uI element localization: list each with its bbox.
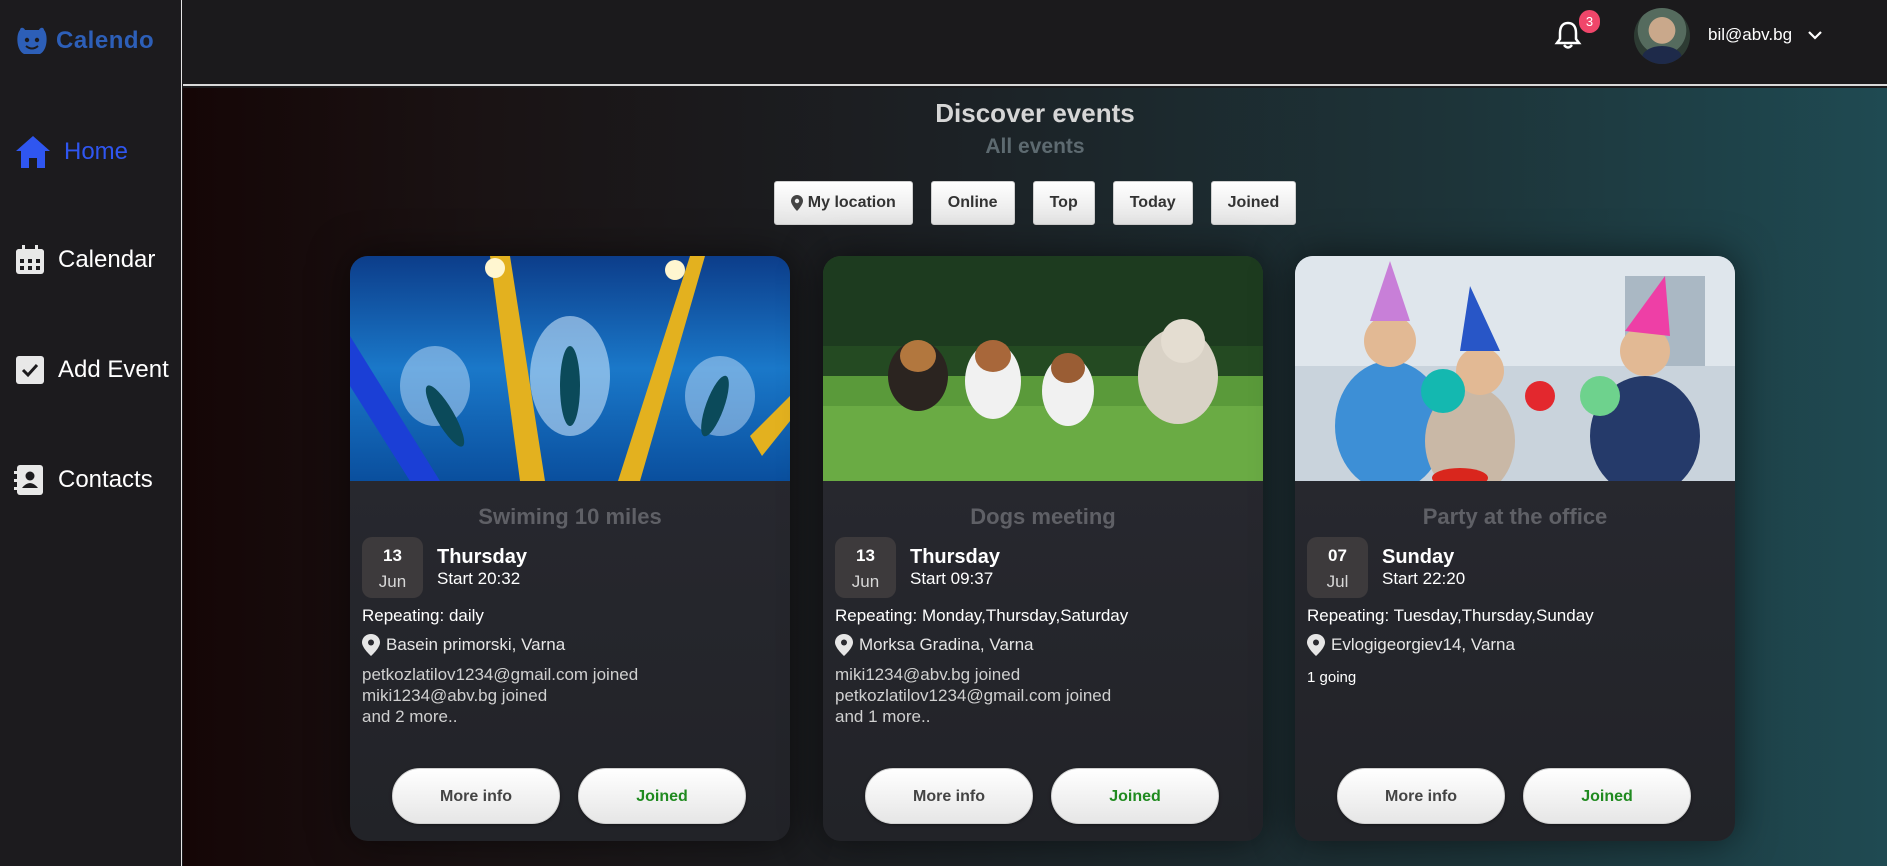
sidebar-item-label: Calendar <box>58 246 156 273</box>
joined-button[interactable]: Joined <box>578 768 746 824</box>
chevron-down-icon[interactable] <box>1806 26 1824 44</box>
filter-label: My location <box>807 194 896 211</box>
contacts-icon <box>14 465 43 495</box>
more-info-button[interactable]: More info <box>1337 768 1505 824</box>
filter-label: Joined <box>1227 194 1280 211</box>
event-repeating: Repeating: Tuesday,Thursday,Sunday <box>1307 606 1594 625</box>
joined-list: petkozlatilov1234@gmail.com joined miki1… <box>362 664 638 727</box>
sidebar-item-label: Add Event <box>58 356 169 383</box>
event-card: Party at the office 07 Jul Sunday Start … <box>1295 256 1735 841</box>
date-badge: 13 Jun <box>835 537 896 598</box>
event-image-dogs <box>823 256 1263 481</box>
location-pin-icon <box>1307 634 1325 656</box>
home-icon <box>16 136 50 168</box>
date-badge: 13 Jun <box>362 537 423 598</box>
event-start-time: Start 09:37 <box>910 569 994 588</box>
filter-label: Online <box>947 194 998 211</box>
event-location: Morksa Gradina, Varna <box>835 634 1033 656</box>
more-info-button[interactable]: More info <box>865 768 1033 824</box>
event-repeating: Repeating: Monday,Thursday,Saturday <box>835 606 1129 625</box>
date-day: 07 <box>1328 546 1347 565</box>
date-month: Jun <box>851 572 880 591</box>
date-month: Jun <box>378 572 407 591</box>
logo-face-icon <box>17 27 47 54</box>
sidebar-item-home[interactable]: Home <box>14 133 128 171</box>
joined-item: petkozlatilov1234@gmail.com joined <box>362 665 639 684</box>
event-image-party <box>1295 256 1735 481</box>
joined-item: miki1234@abv.bg joined <box>835 665 1021 684</box>
sidebar-item-label: Contacts <box>58 466 153 493</box>
event-repeating: Repeating: daily <box>362 606 484 625</box>
notification-badge: 3 <box>1579 10 1600 33</box>
logo[interactable]: Calendo <box>14 26 154 56</box>
filter-label: Top <box>1049 194 1078 211</box>
filter-joined-button[interactable]: Joined <box>1210 181 1297 225</box>
event-title: Dogs meeting <box>970 504 1116 529</box>
event-location: Basein primorski, Varna <box>362 634 565 656</box>
joined-item: petkozlatilov1234@gmail.com joined <box>835 686 1112 705</box>
event-weekday: Thursday <box>437 546 528 568</box>
location-pin-icon <box>790 195 803 211</box>
filter-today-button[interactable]: Today <box>1112 181 1193 225</box>
sidebar: Calendo Home Calendar Add Event Contacts <box>0 0 182 866</box>
calendar-icon <box>16 245 44 274</box>
joined-button[interactable]: Joined <box>1523 768 1691 824</box>
sidebar-item-calendar[interactable]: Calendar <box>14 244 155 276</box>
event-location-text: Basein primorski, Varna <box>386 635 566 654</box>
joined-item: miki1234@abv.bg joined <box>362 686 548 705</box>
event-title: Party at the office <box>1422 504 1608 529</box>
going-count: 1 going <box>1307 669 1357 686</box>
filter-label: Today <box>1129 194 1176 211</box>
event-card: Dogs meeting 13 Jun Thursday Start 09:37… <box>823 256 1263 841</box>
event-title: Swiming 10 miles <box>478 504 662 529</box>
date-badge: 07 Jul <box>1307 537 1368 598</box>
event-weekday: Sunday <box>1382 546 1455 568</box>
joined-button[interactable]: Joined <box>1051 768 1219 824</box>
date-month: Jul <box>1326 572 1349 591</box>
event-location: Evlogigeorgiev14, Varna <box>1307 634 1515 656</box>
location-pin-icon <box>362 634 380 656</box>
event-weekday: Thursday <box>910 546 1001 568</box>
date-day: 13 <box>383 546 402 565</box>
event-card: Swiming 10 miles 13 Jun Thursday Start 2… <box>350 256 790 841</box>
logo-text: Calendo <box>56 27 155 54</box>
sidebar-item-contacts[interactable]: Contacts <box>14 464 153 496</box>
event-location-text: Morksa Gradina, Varna <box>859 635 1034 654</box>
date-day: 13 <box>856 546 875 565</box>
user-email[interactable]: bil@abv.bg <box>1708 25 1792 45</box>
sidebar-item-add-event[interactable]: Add Event <box>14 354 169 386</box>
filter-online-button[interactable]: Online <box>930 181 1015 225</box>
location-pin-icon <box>835 634 853 656</box>
filter-bar: My location Online Top Today Joined <box>183 181 1887 225</box>
event-image-swimming <box>350 256 790 481</box>
event-start-time: Start 22:20 <box>1382 569 1466 588</box>
joined-more: and 1 more.. <box>835 707 931 726</box>
event-start-time: Start 20:32 <box>437 569 521 588</box>
event-location-text: Evlogigeorgiev14, Varna <box>1331 635 1515 654</box>
top-bar <box>183 0 1887 86</box>
joined-more: and 2 more.. <box>362 707 458 726</box>
avatar[interactable] <box>1634 8 1690 64</box>
more-info-button[interactable]: More info <box>392 768 560 824</box>
joined-list: miki1234@abv.bg joined petkozlatilov1234… <box>835 664 1111 727</box>
main-content: Discover events All events My location O… <box>183 88 1887 866</box>
sidebar-item-label: Home <box>64 138 129 165</box>
filter-my-location-button[interactable]: My location <box>773 181 913 225</box>
checkbox-icon <box>16 356 44 384</box>
page-title: Discover events <box>935 98 1135 128</box>
filter-top-button[interactable]: Top <box>1032 181 1095 225</box>
page-subtitle: All events <box>985 135 1085 158</box>
